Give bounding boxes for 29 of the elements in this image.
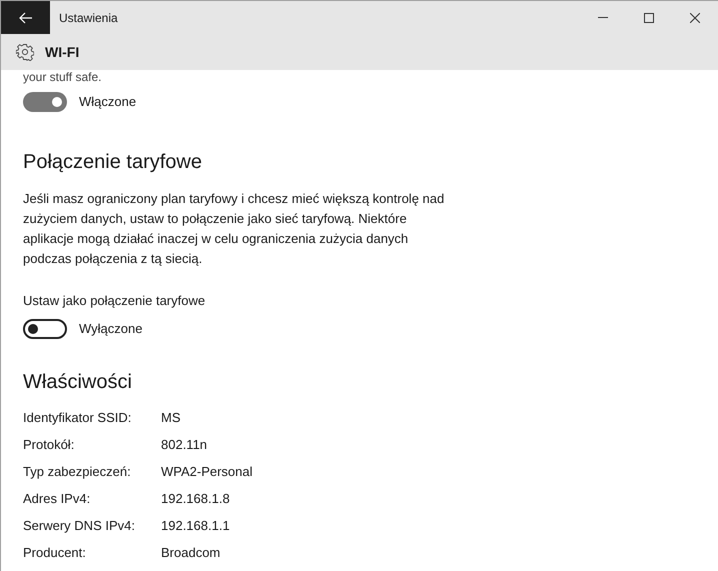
description-text: Jeśli masz ograniczony plan taryfowy i chcesz mieć większą kontrolę nad zużyciem danych, ustaw to połączenie jako sieć taryfową. Niektóre aplikacje mogą działać inaczej w celu ograniczenia zużycia danych podczas połączenia z tą siecią. [23,190,446,268]
close-icon [690,12,700,22]
maximize-icon [644,12,654,22]
window-title: Ustawienia [59,10,118,26]
toggle-switch[interactable] [23,92,67,112]
property-value: Broadcom [161,544,220,562]
toggle-switch[interactable] [23,318,67,338]
property-value: MS [161,409,180,428]
property-label: Producent: [23,544,87,562]
property-label: Typ zabezpieczeń: [23,463,132,482]
property-label: Protokół: [23,436,76,454]
back-arrow-icon [18,12,32,24]
property-label: Identyfikator SSID: [23,409,132,428]
property-value: WPA2-Personal [161,463,253,482]
toggle-label: Ustaw jako połączenie taryfowe [23,292,206,310]
settings-icon [16,43,34,61]
toggle-state-label: Wyłączone [79,320,142,338]
property-label: Adres IPv4: [23,490,92,508]
page-title: WI-FI [45,42,80,62]
property-value: 802.11n [161,436,208,454]
toggle-state-label: Włączone [79,93,136,112]
section-heading: Właściwości [23,370,133,394]
property-label: Serwery DNS IPv4: [23,517,136,536]
property-value: 192.168.1.1 [161,517,230,536]
minimize-icon [598,17,608,18]
property-value: 192.168.1.8 [161,490,230,508]
back-button[interactable] [1,1,50,34]
section-heading: Połączenie taryfowe [23,150,203,175]
description-text: your stuff safe. [23,70,102,84]
